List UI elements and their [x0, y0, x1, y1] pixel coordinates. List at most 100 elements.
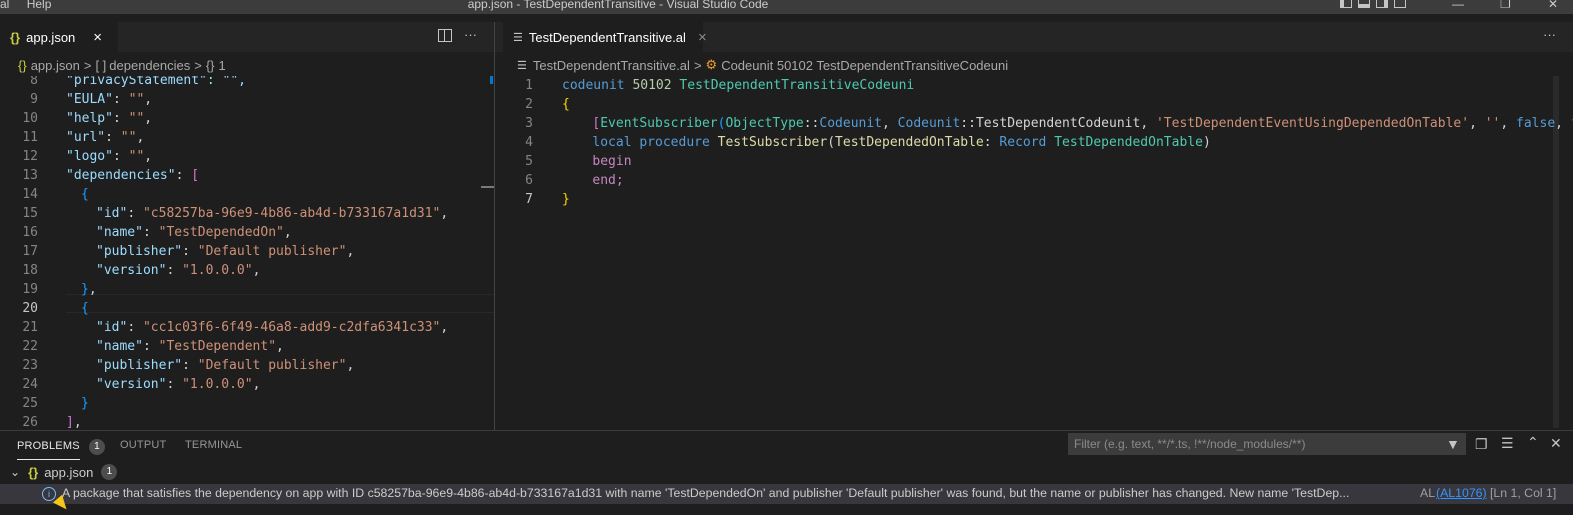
- breadcrumb-file[interactable]: app.json: [31, 58, 80, 73]
- code-line: 13 "dependencies": [: [0, 166, 494, 185]
- line-number: 11: [22, 130, 38, 145]
- keyword: Record: [999, 135, 1055, 150]
- line-content: "dependencies": [: [66, 166, 199, 185]
- tab-label: TestDependentTransitive.al: [528, 29, 686, 45]
- close-window-icon[interactable]: ✕: [1548, 0, 1558, 11]
- json-value: "Default publisher": [197, 358, 347, 373]
- tab-label: app.json: [26, 29, 76, 45]
- left-tab-bar: {} app.json × ···: [0, 22, 494, 52]
- close-panel-icon[interactable]: ✕: [1550, 435, 1562, 452]
- line-number: 9: [30, 92, 38, 107]
- toggle-secondary-sidebar-icon[interactable]: [1376, 0, 1388, 8]
- keyword: procedure: [639, 135, 718, 150]
- more-actions-icon[interactable]: ···: [464, 27, 477, 42]
- json-comma: ,: [346, 358, 355, 373]
- line-number: 6: [525, 173, 533, 188]
- maximize-panel-icon[interactable]: ⌃: [1527, 434, 1539, 451]
- tab-terminal[interactable]: TERMINAL: [185, 439, 242, 451]
- comma: ,: [1140, 116, 1156, 131]
- toggle-sidebar-icon[interactable]: [1340, 0, 1352, 8]
- code-line: 22 "name": "TestDependent",: [0, 337, 494, 356]
- json-comma: ,: [346, 244, 355, 259]
- line-content: "EULA": "",: [66, 90, 152, 109]
- problem-position: [Ln 1, Col 1]: [1490, 486, 1557, 500]
- problem-row[interactable]: i A package that satisfies the dependenc…: [0, 484, 1573, 504]
- tab-app-json[interactable]: {} app.json ×: [0, 22, 118, 52]
- customize-layout-icon[interactable]: [1394, 0, 1406, 8]
- tab-al-file[interactable]: ☰ TestDependentTransitive.al ×: [503, 22, 707, 52]
- problem-code-link[interactable]: (AL1076): [1436, 486, 1487, 500]
- close-tab-icon[interactable]: ×: [93, 29, 102, 46]
- operator: ::: [960, 116, 976, 131]
- tab-problems[interactable]: PROBLEMS 1: [17, 439, 105, 460]
- close-tab-icon[interactable]: ×: [698, 29, 707, 46]
- string: '': [1484, 116, 1501, 131]
- keyword: codeunit: [562, 78, 633, 93]
- line-number: 5: [525, 154, 533, 169]
- json-key: "EULA": [66, 92, 113, 107]
- line-content: "publisher": "Default publisher",: [96, 242, 354, 261]
- json-value: "TestDependedOn": [158, 225, 284, 240]
- keyword: Codeunit: [897, 116, 961, 131]
- problem-group-app-json[interactable]: ⌄ {} app.json 1: [10, 464, 118, 480]
- json-comma: ,: [88, 282, 97, 297]
- json-colon: :: [182, 244, 198, 259]
- line-number: 22: [22, 339, 38, 354]
- code-line: 24 "version": "1.0.0.0",: [0, 375, 494, 394]
- restore-icon[interactable]: ❐: [1500, 0, 1511, 11]
- line-number: 24: [22, 377, 38, 392]
- problems-filter-input[interactable]: Filter (e.g. text, **/*.ts, !**/node_mod…: [1068, 433, 1466, 455]
- brace: {: [562, 97, 570, 112]
- split-editor-icon[interactable]: [438, 29, 452, 42]
- line-number: 1: [525, 78, 533, 93]
- json-file-icon: {}: [28, 464, 39, 480]
- minimize-icon[interactable]: —: [1452, 0, 1464, 11]
- line-content: {: [81, 185, 89, 204]
- scroll-indicator: [490, 76, 493, 84]
- line-number: 3: [525, 116, 533, 131]
- json-colon: :: [127, 206, 143, 221]
- json-colon: :: [112, 92, 129, 107]
- json-editor[interactable]: 8 "privacyStatement": "", 9 "EULA": "", 10 "h…: [0, 76, 494, 428]
- view-as-table-icon[interactable]: ☰: [1501, 435, 1514, 452]
- json-value: "": [128, 149, 145, 164]
- line-content: "publisher": "Default publisher",: [96, 356, 354, 375]
- line-number: 4: [525, 135, 533, 150]
- code-line: 23 "publisher": "Default publisher",: [0, 356, 494, 375]
- json-file-icon: {}: [18, 57, 27, 73]
- line-number: 15: [22, 206, 38, 221]
- json-colon: :: [112, 149, 129, 164]
- boolean: false: [1516, 116, 1556, 131]
- toggle-panel-icon[interactable]: [1358, 0, 1370, 8]
- line-number: 14: [22, 187, 38, 202]
- line-content: {: [81, 299, 89, 318]
- al-editor[interactable]: 1 codeunit 50102 TestDependentTransitiveC…: [495, 76, 1573, 428]
- json-file-icon: {}: [10, 29, 21, 45]
- identifier: TestDependentCodeunit: [975, 116, 1141, 131]
- json-key: "id": [96, 320, 128, 335]
- breadcrumb-file[interactable]: TestDependentTransitive.al: [533, 58, 690, 73]
- code-line: 6 end;: [495, 171, 1553, 190]
- json-key: "logo": [66, 149, 113, 164]
- breadcrumb-symbol[interactable]: Codeunit 50102 TestDependentTransitiveCo…: [721, 58, 1008, 73]
- keyword: begin: [592, 154, 632, 169]
- more-actions-icon[interactable]: ···: [1543, 27, 1556, 42]
- filter-icon[interactable]: ▼: [1446, 436, 1460, 452]
- code-line: 19},: [0, 280, 494, 299]
- function-name: TestSubscriber: [717, 135, 828, 150]
- window-title: app.json - TestDependentTransitive - Vis…: [467, 0, 769, 11]
- line-content: [EventSubscriber(ObjectType::Codeunit, C…: [592, 114, 1573, 133]
- json-key: "url": [66, 130, 106, 145]
- type-name: ObjectType: [725, 116, 804, 131]
- code-line: 20 {: [0, 299, 494, 318]
- breadcrumb: {} app.json > [ ] dependencies > {} 1: [18, 55, 226, 75]
- json-colon: :: [127, 320, 143, 335]
- code-line: 2{: [495, 95, 1553, 114]
- tab-output[interactable]: OUTPUT: [120, 439, 166, 451]
- type-name: TestDependedOnTable: [1054, 135, 1203, 150]
- json-value: "TestDependent": [158, 339, 277, 354]
- breadcrumb-item-1[interactable]: 1: [219, 58, 226, 73]
- collapse-all-icon[interactable]: ❐: [1475, 436, 1488, 453]
- breadcrumb-dependencies[interactable]: dependencies: [109, 58, 190, 73]
- right-tab-bar: ☰ TestDependentTransitive.al × ···: [495, 22, 1573, 52]
